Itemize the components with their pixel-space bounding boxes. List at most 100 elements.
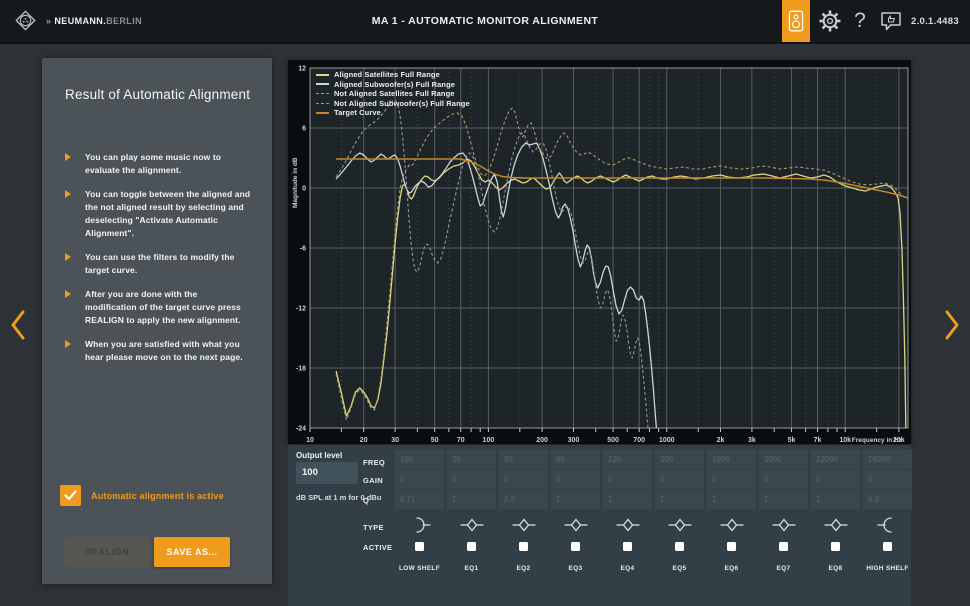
eq-gain-input[interactable]: 0 [603,470,652,489]
svg-text:0: 0 [302,186,306,193]
eq-active-checkbox[interactable] [779,542,788,551]
panel-title: Result of Automatic Alignment [65,87,250,102]
svg-text:7k: 7k [814,437,822,444]
realign-button[interactable]: REALIGN [64,537,150,567]
eq-freq-input[interactable]: 100 [395,450,444,469]
peak-filter-icon[interactable] [563,515,589,535]
chevron-left-icon [7,306,29,344]
eq-freq-input[interactable]: 30 [499,450,548,469]
previous-page-button[interactable] [7,306,29,344]
svg-text:2k: 2k [717,437,725,444]
eq-freq-input[interactable]: 16000 [863,450,912,469]
svg-text:10: 10 [306,437,314,444]
output-level-input[interactable]: 100 [296,462,358,484]
eq-gain-input[interactable]: 0 [551,470,600,489]
eq-freq-input[interactable]: 12000 [811,450,860,469]
checkmark-icon [64,490,77,501]
eq-active-checkbox[interactable] [467,542,476,551]
peak-filter-icon[interactable] [771,515,797,535]
save-as-button[interactable]: SAVE AS... [154,537,230,567]
eq-freq-input[interactable]: 1000 [707,450,756,469]
eq-active-checkbox[interactable] [883,542,892,551]
peak-filter-icon[interactable] [459,515,485,535]
eq-freq-input[interactable]: 20 [447,450,496,469]
svg-text:700: 700 [633,437,645,444]
svg-text:20: 20 [360,437,368,444]
eq-active-checkbox[interactable] [623,542,632,551]
brand: »NEUMANN.BERLIN [12,7,142,34]
eq-active-checkbox[interactable] [831,542,840,551]
eq-active-checkbox[interactable] [519,542,528,551]
eq-active-checkbox[interactable] [571,542,580,551]
eq-row-label: GAIN [363,476,383,485]
eq-active-checkbox[interactable] [415,542,424,551]
svg-text:-6: -6 [300,246,306,253]
eq-active-checkbox[interactable] [675,542,684,551]
peak-filter-icon[interactable] [823,515,849,535]
svg-text:100: 100 [483,437,495,444]
instruction-text: You can toggle between the aligned and t… [85,188,251,240]
peak-filter-icon[interactable] [615,515,641,535]
legend-swatch [316,103,329,104]
eq-q-input[interactable]: 0.5 [499,490,548,509]
instruction-list: You can play some music now to evaluate … [65,151,251,375]
instruction-text: You can use the filters to modify the ta… [85,251,251,277]
svg-text:6: 6 [302,126,306,133]
eq-q-input[interactable]: 1 [447,490,496,509]
eq-active-checkbox[interactable] [727,542,736,551]
automatic-alignment-checkbox[interactable] [60,485,81,506]
eq-q-input[interactable]: 0.3 [863,490,912,509]
settings-button[interactable] [817,9,843,33]
eq-row-label: FREQ [363,458,385,467]
eq-column-eq1: 2001EQ1 [447,445,496,606]
legend-label: Aligned Satellites Full Range [334,70,440,79]
eq-row-label: TYPE [363,523,384,532]
svg-text:10k: 10k [839,437,851,444]
svg-text:200: 200 [536,437,548,444]
eq-freq-input[interactable]: 3000 [759,450,808,469]
automatic-alignment-label: Automatic alignment is active [91,491,224,501]
eq-freq-input[interactable]: 300 [655,450,704,469]
legend-item: Aligned Satellites Full Range [316,70,470,80]
eq-gain-input[interactable]: 0 [707,470,756,489]
instruction-item: You can play some music now to evaluate … [65,151,251,177]
legend-swatch [316,112,329,114]
eq-gain-input[interactable]: 0 [811,470,860,489]
bullet-arrow-icon [65,153,71,161]
eq-freq-input[interactable]: 120 [603,450,652,469]
instruction-text: After you are done with the modification… [85,288,251,327]
next-page-button[interactable] [941,306,963,344]
eq-column-eq6: 100001EQ6 [707,445,756,606]
high-shelf-filter-icon[interactable] [875,515,901,535]
eq-gain-input[interactable]: 0 [759,470,808,489]
eq-freq-input[interactable]: 60 [551,450,600,469]
low-shelf-filter-icon[interactable] [407,515,433,535]
eq-gain-input[interactable]: 0 [863,470,912,489]
eq-gain-input[interactable]: 0 [395,470,444,489]
eq-q-input[interactable]: 0.71 [395,490,444,509]
eq-gain-input[interactable]: 0 [447,470,496,489]
svg-text:50: 50 [431,437,439,444]
eq-gain-input[interactable]: 0 [655,470,704,489]
monitor-alignment-tab-button[interactable] [782,0,810,42]
peak-filter-icon[interactable] [511,515,537,535]
neumann-logo [12,7,39,34]
instruction-item: You can toggle between the aligned and t… [65,188,251,240]
eq-q-input[interactable]: 1 [707,490,756,509]
feedback-bubble-icon [878,9,904,33]
help-button[interactable]: ? [850,5,870,37]
eq-column-low-shelf: 10000.71LOW SHELF [395,445,444,606]
eq-q-input[interactable]: 1 [759,490,808,509]
eq-q-input[interactable]: 1 [811,490,860,509]
eq-q-input[interactable]: 1 [603,490,652,509]
peak-filter-icon[interactable] [719,515,745,535]
eq-gain-input[interactable]: 0 [499,470,548,489]
eq-q-input[interactable]: 1 [551,490,600,509]
legend-label: Not Aligned Subwoofer(s) Full Range [334,99,470,108]
peak-filter-icon[interactable] [667,515,693,535]
feedback-button[interactable] [877,9,905,33]
svg-text:-18: -18 [296,366,306,373]
frequency-response-chart: 1260-6-12-18-241020305070100200300500700… [288,60,911,444]
output-level-label: Output level [296,451,342,460]
eq-q-input[interactable]: 1 [655,490,704,509]
